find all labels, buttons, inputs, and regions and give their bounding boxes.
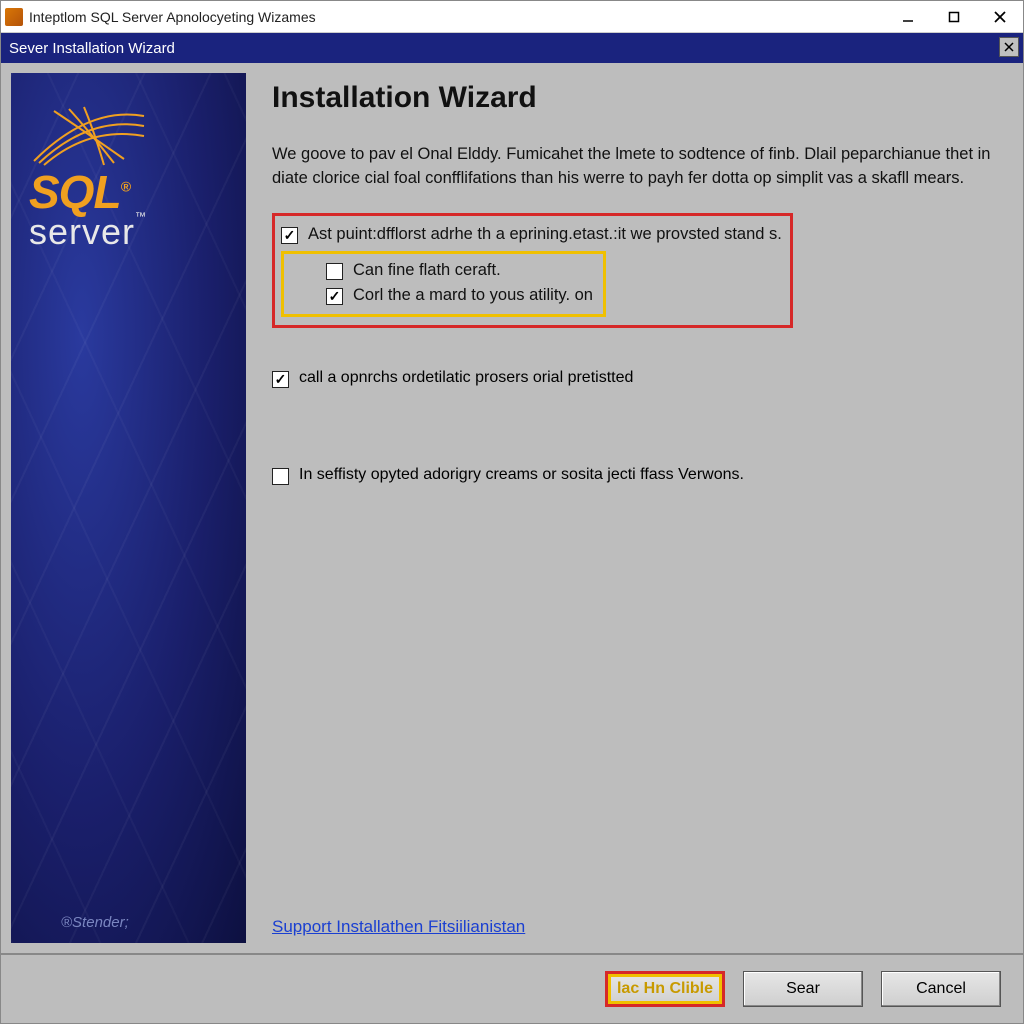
- checkbox-5[interactable]: [272, 468, 289, 485]
- close-button[interactable]: [977, 1, 1023, 33]
- option-label-1: Ast puint:dfflorst adrhe th a eprining.e…: [308, 225, 782, 244]
- wizard-footer: lac Hn Clible Sear Cancel: [1, 953, 1023, 1023]
- option-label-2: Can fine flath ceraft.: [353, 261, 501, 280]
- app-icon: [5, 8, 23, 26]
- checkbox-2[interactable]: [326, 263, 343, 280]
- option-label-5: In seffisty opyted adorigry creams or so…: [299, 466, 744, 484]
- option-label-3: Corl the a mard to yous atility. on: [353, 286, 593, 305]
- window-title: Inteptlom SQL Server Apnolocyeting Wizam…: [29, 9, 885, 25]
- option-row-2: Can fine flath ceraft.: [326, 258, 593, 283]
- banner-close-button[interactable]: [999, 37, 1019, 57]
- option-label-4: call a opnrchs ordetilatic prosers orial…: [299, 369, 633, 387]
- logo-server-text: server™: [29, 211, 149, 253]
- maximize-button[interactable]: [931, 1, 977, 33]
- option-row-4: call a opnrchs ordetilatic prosers orial…: [272, 366, 997, 391]
- minimize-button[interactable]: [885, 1, 931, 33]
- page-title: Installation Wizard: [272, 81, 997, 115]
- main-panel: Installation Wizard We goove to pav el O…: [246, 63, 1023, 953]
- sear-button[interactable]: Sear: [743, 971, 863, 1007]
- intro-text: We goove to pav el Onal Elddy. Fumicahet…: [272, 143, 992, 191]
- sidebar: SQL® server™ ®Stender;: [11, 73, 246, 943]
- checkbox-1[interactable]: [281, 227, 298, 244]
- cancel-button[interactable]: Cancel: [881, 971, 1001, 1007]
- window-controls: [885, 1, 1023, 33]
- highlight-red-box: Ast puint:dfflorst adrhe th a eprining.e…: [272, 213, 793, 328]
- wizard-body: SQL® server™ ®Stender; Installation Wiza…: [1, 63, 1023, 953]
- option-row-3: Corl the a mard to yous atility. on: [326, 283, 593, 308]
- sql-server-logo: SQL® server™: [29, 101, 149, 253]
- banner-title: Sever Installation Wizard: [9, 40, 175, 57]
- wizard-banner: Sever Installation Wizard: [1, 33, 1023, 63]
- logo-arc-icon: [29, 101, 149, 171]
- installer-window: Inteptlom SQL Server Apnolocyeting Wizam…: [0, 0, 1024, 1024]
- checkbox-3[interactable]: [326, 288, 343, 305]
- sidebar-footer: ®Stender;: [61, 914, 129, 931]
- checkbox-4[interactable]: [272, 371, 289, 388]
- highlight-yellow-box: Can fine flath ceraft. Corl the a mard t…: [281, 251, 606, 317]
- option-row-5: In seffisty opyted adorigry creams or so…: [272, 463, 997, 488]
- next-button[interactable]: lac Hn Clible: [605, 971, 725, 1007]
- support-link[interactable]: Support Installathen Fitsiilianistan: [272, 917, 997, 937]
- options-group-highlighted: Ast puint:dfflorst adrhe th a eprining.e…: [272, 213, 997, 328]
- titlebar: Inteptlom SQL Server Apnolocyeting Wizam…: [1, 1, 1023, 33]
- option-row-1: Ast puint:dfflorst adrhe th a eprining.e…: [281, 222, 782, 247]
